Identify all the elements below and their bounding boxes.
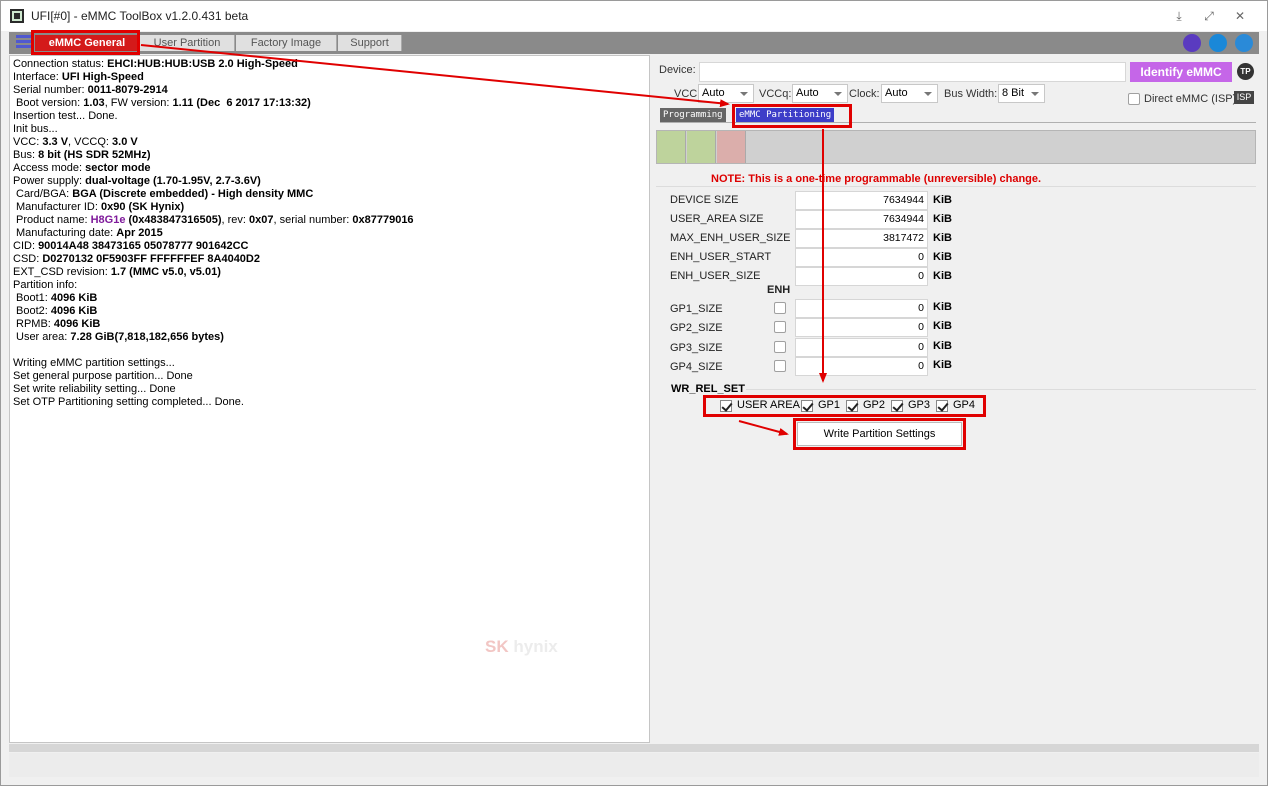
arrow-to-write-button <box>738 420 789 436</box>
app-window: UFI[#0] - eMMC ToolBox v1.2.0.431 beta ⤓… <box>0 0 1268 786</box>
arrow-tab-to-partitioning <box>140 44 730 108</box>
status-bar <box>9 744 1259 752</box>
annotation-arrows <box>140 44 827 436</box>
progress-bar <box>9 753 1259 777</box>
